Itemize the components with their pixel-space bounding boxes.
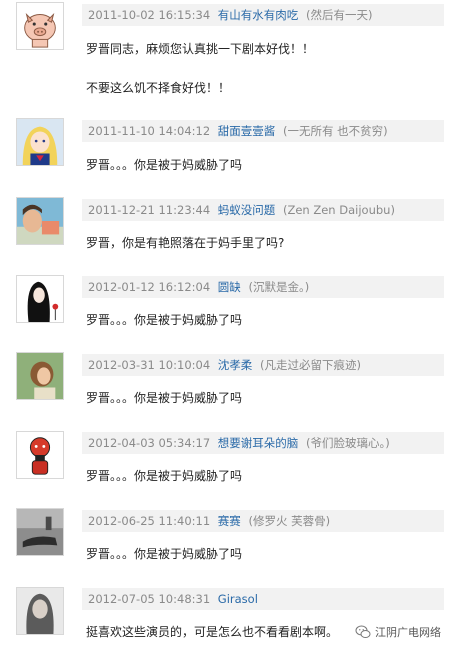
comment-username-link[interactable]: 赛赛 [218,514,241,528]
comment-meta: 2011-11-10 14:04:12 甜面壹壹酱 (一无所有 也不贫穷) [82,120,444,142]
avatar[interactable] [16,197,64,245]
comment-user-motto: (凡走过必留下痕迹) [259,358,361,372]
comment-username-link[interactable]: 想要谢耳朵的脑 [218,436,299,450]
comment-timestamp: 2011-11-10 14:04:12 [88,124,211,138]
photo-avatar-icon [17,588,63,634]
comment-username-link[interactable]: 蚂蚁没问题 [218,203,276,217]
comment-user-motto: (修罗火 芙蓉骨) [248,514,331,528]
comment-text: 罗晋，你是有艳照落在于妈手里了吗? [86,236,285,250]
photo-avatar-icon [17,509,63,555]
avatar[interactable] [16,275,64,323]
avatar[interactable] [16,587,64,635]
comment-text: 罗晋同志，麻烦您认真挑一下剧本好伐！！ [86,42,315,56]
comment-username-link[interactable]: 圆缺 [218,280,241,294]
avatar[interactable] [16,352,64,400]
anime-girl-avatar-icon [17,119,63,165]
comment-timestamp: 2011-10-02 16:15:34 [88,8,211,22]
comment-username-link[interactable]: 甜面壹壹酱 [218,124,276,138]
comment-meta: 2012-06-25 11:40:11 赛赛 (修罗火 芙蓉骨) [82,510,444,532]
comment-meta: 2011-12-21 11:23:44 蚂蚁没问题 (Zen Zen Daijo… [82,199,444,221]
comment-timestamp: 2012-06-25 11:40:11 [88,514,211,528]
photo-avatar-icon [17,353,63,399]
comment-timestamp: 2012-07-05 10:48:31 [88,592,211,606]
comment-timestamp: 2011-12-21 11:23:44 [88,203,211,217]
pig-cartoon-icon [17,3,63,49]
cartoon-character-icon [17,432,63,478]
comment-text: 罗晋。。。你是被于妈威胁了吗 [86,547,243,561]
avatar[interactable] [16,431,64,479]
comment-username-link[interactable]: 有山有水有肉吃 [218,8,299,22]
comment-username-link[interactable]: 沈孝柔 [218,358,253,372]
wechat-icon [355,625,371,638]
comment-username-link[interactable]: Girasol [218,592,258,606]
comment-user-motto: (然后有一天) [305,8,373,22]
comment-text: 罗晋。。。你是被于妈威胁了吗 [86,158,243,172]
comment-user-motto: (爷们脸玻璃心。) [305,436,390,450]
comment-text: 罗晋。。。你是被于妈威胁了吗 [86,391,243,405]
comment-meta: 2012-01-12 16:12:04 圆缺 (沉默是金。) [82,276,444,298]
watermark: 江阴广电网络 [355,624,441,640]
comment-meta: 2012-04-03 05:34:17 想要谢耳朵的脑 (爷们脸玻璃心。) [82,432,444,454]
photo-avatar-icon [17,198,63,244]
comment-text: 罗晋。。。你是被于妈威胁了吗 [86,469,243,483]
comment-timestamp: 2012-03-31 10:10:04 [88,358,211,372]
avatar[interactable] [16,508,64,556]
long-hair-girl-avatar-icon [17,276,63,322]
comment-text: 罗晋。。。你是被于妈威胁了吗 [86,313,243,327]
comment-timestamp: 2012-01-12 16:12:04 [88,280,211,294]
avatar[interactable] [16,2,64,50]
comment-timestamp: 2012-04-03 05:34:17 [88,436,211,450]
comment-user-motto: (Zen Zen Daijoubu) [282,203,395,217]
watermark-text: 江阴广电网络 [375,626,441,639]
avatar[interactable] [16,118,64,166]
comment-user-motto: (沉默是金。) [248,280,310,294]
comment-meta: 2012-07-05 10:48:31 Girasol [82,588,444,610]
comment-text: 不要这么饥不择食好伐！！ [86,81,231,95]
comment-user-motto: (一无所有 也不贫穷) [282,124,388,138]
comment-text: 挺喜欢这些演员的，可是怎么也不看看剧本啊。 [86,625,339,639]
comment-meta: 2011-10-02 16:15:34 有山有水有肉吃 (然后有一天) [82,4,444,26]
comment-meta: 2012-03-31 10:10:04 沈孝柔 (凡走过必留下痕迹) [82,354,444,376]
